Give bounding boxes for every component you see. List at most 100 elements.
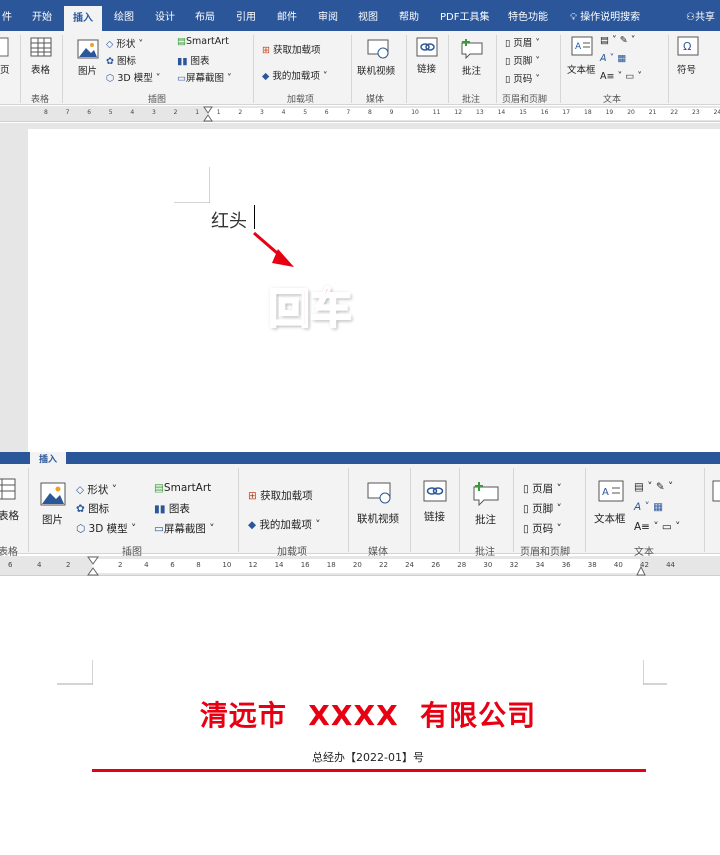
- tab-insert[interactable]: 插入: [64, 6, 102, 31]
- tab-layout[interactable]: 布局: [195, 8, 215, 23]
- ruler-tick-label: 13: [476, 109, 484, 116]
- comment-button-label[interactable]: 批注: [475, 512, 496, 527]
- ruler-tick-label: 7: [65, 109, 70, 116]
- textbox-button-label[interactable]: 文本框: [567, 62, 596, 76]
- picture-button-label[interactable]: 图片: [42, 512, 63, 527]
- table-button-label[interactable]: 表格: [31, 62, 50, 76]
- ruler-tick-label: 6: [170, 561, 175, 569]
- icons-button[interactable]: ✿ 图标: [76, 501, 109, 516]
- document-number: 总经办【2022-01】号: [312, 751, 424, 764]
- horizontal-ruler-zoomed[interactable]: 6 4 2 2 4 6 8 10 12 14 16 18 20 22 24 26 28 30 32 34 36 38 40 4…: [0, 556, 720, 576]
- picture-icon[interactable]: [40, 482, 66, 506]
- ruler-tick-label: 14: [497, 109, 506, 116]
- textbox-button-label[interactable]: 文本框: [594, 511, 626, 526]
- ruler-tick-label: 24: [405, 561, 415, 569]
- tab-file[interactable]: 件: [2, 8, 12, 23]
- link-icon[interactable]: [423, 480, 447, 502]
- get-addins-button[interactable]: ⊞ 获取加载项: [248, 488, 313, 503]
- my-addins-button[interactable]: ◆ 我的加载项 ˅: [262, 68, 328, 82]
- chart-button[interactable]: ▮▮ 图表: [177, 53, 210, 67]
- svg-text:A: A: [575, 42, 582, 52]
- ruler-tick-label: 12: [248, 561, 258, 569]
- picture-icon[interactable]: [77, 39, 99, 59]
- tab-references[interactable]: 引用: [236, 8, 256, 23]
- textbox-icon[interactable]: A: [598, 480, 624, 502]
- smartart-button[interactable]: ▤SmartArt: [177, 36, 229, 47]
- smartart-button[interactable]: ▤SmartArt: [154, 482, 211, 494]
- svg-text:Ω: Ω: [683, 40, 691, 53]
- right-indent-marker-icon[interactable]: [636, 565, 646, 576]
- page-number-button[interactable]: ▯ 页码 ˅: [523, 521, 562, 536]
- icons-button[interactable]: ✿ 图标: [106, 53, 136, 67]
- tab-insert-cropped[interactable]: 插入: [30, 452, 67, 465]
- comment-icon[interactable]: [472, 480, 500, 506]
- shapes-button[interactable]: ◇ 形状 ˅: [76, 482, 117, 497]
- tab-help[interactable]: 帮助: [399, 8, 419, 23]
- horizontal-ruler[interactable]: 8 7 6 5 4 3 2 1 1 2 3 4 5 6 7 8 9 10 11 12 13 14 15 16 17 18 19 20 2…: [0, 106, 720, 122]
- online-video-icon[interactable]: [367, 37, 391, 59]
- tell-me-search[interactable]: 💡︎ 操作说明搜索: [570, 8, 640, 23]
- ruler-tick-label: 10: [222, 561, 232, 569]
- ruler-tick-label: 16: [300, 561, 310, 569]
- 3d-model-button[interactable]: ⬡ 3D 模型 ˅: [76, 521, 136, 536]
- footer-button[interactable]: ▯ 页脚 ˅: [523, 501, 562, 516]
- icons-icon: ✿: [76, 503, 85, 515]
- ruler-tick-label: 1: [216, 109, 221, 116]
- wordart-button[interactable]: 𝘈 ˅ ▦: [634, 501, 663, 513]
- table-icon[interactable]: [30, 37, 52, 57]
- ruler-tick-label: 6: [87, 109, 92, 116]
- ruler-tick-label: 16: [540, 109, 549, 116]
- screenshot-button[interactable]: ▭屏幕截图 ˅: [177, 70, 232, 84]
- quick-parts-button[interactable]: ▤ ˅ ✎ ˅: [634, 481, 673, 493]
- document-page-final[interactable]: 清远市 XXXX 有限公司 总经办【2022-01】号: [0, 577, 720, 855]
- quick-parts-icon: ▤: [600, 35, 609, 46]
- tab-view[interactable]: 视图: [358, 8, 378, 23]
- omega-icon[interactable]: Ω: [677, 36, 699, 56]
- tab-pdf-tools[interactable]: PDF工具集: [440, 8, 489, 23]
- picture-button-label[interactable]: 图片: [78, 63, 97, 77]
- quick-parts-button[interactable]: ▤ ˅ ✎ ˅: [600, 35, 636, 46]
- tab-draw[interactable]: 绘图: [114, 8, 134, 23]
- document-page[interactable]: 红头 回车: [28, 129, 720, 452]
- 3d-model-button[interactable]: ⬡ 3D 模型 ˅: [106, 70, 161, 84]
- chart-icon: ▮▮: [154, 503, 166, 515]
- table-icon[interactable]: [0, 478, 16, 500]
- table-button-label[interactable]: 表格: [0, 508, 19, 523]
- comment-button-label[interactable]: 批注: [462, 63, 481, 77]
- tab-mailings[interactable]: 邮件: [277, 8, 297, 23]
- footer-button[interactable]: ▯ 页脚 ˅: [505, 53, 540, 67]
- tab-home[interactable]: 开始: [32, 8, 52, 23]
- online-video-button-label[interactable]: 联机视频: [357, 511, 399, 526]
- screenshot-button[interactable]: ▭屏幕截图 ˅: [154, 521, 215, 536]
- typed-text: 红头: [211, 211, 247, 232]
- shapes-button[interactable]: ◇ 形状 ˅: [106, 36, 143, 50]
- cube-icon: ⬡: [76, 523, 86, 535]
- ruler-tick-label: 7: [346, 109, 351, 116]
- comment-icon[interactable]: [460, 37, 484, 59]
- my-addins-button[interactable]: ◆ 我的加载项 ˅: [248, 517, 321, 532]
- dropcap-button[interactable]: A≡ ˅ ▭ ˅: [600, 71, 642, 82]
- wordart-icon: 𝘈: [600, 53, 607, 64]
- get-addins-button[interactable]: ⊞ 获取加载项: [262, 42, 321, 56]
- header-button[interactable]: ▯ 页眉 ˅: [505, 35, 540, 49]
- textbox-icon[interactable]: A: [571, 36, 593, 56]
- header-button[interactable]: ▯ 页眉 ˅: [523, 481, 562, 496]
- symbol-icon[interactable]: [712, 480, 720, 502]
- tab-design[interactable]: 设计: [155, 8, 175, 23]
- tab-special-features[interactable]: 特色功能: [508, 8, 548, 23]
- indent-marker-icon[interactable]: [203, 106, 213, 122]
- wordart-button[interactable]: 𝘈 ˅ ▦: [600, 53, 626, 64]
- share-button[interactable]: ⚇共享: [686, 8, 715, 23]
- chart-button[interactable]: ▮▮ 图表: [154, 501, 190, 516]
- link-button-label[interactable]: 链接: [424, 509, 445, 524]
- online-video-button-label[interactable]: 联机视频: [357, 63, 395, 77]
- indent-marker-icon[interactable]: [87, 556, 99, 576]
- online-video-icon[interactable]: [367, 480, 393, 504]
- dropcap-button[interactable]: A≡ ˅ ▭ ˅: [634, 521, 680, 533]
- link-icon[interactable]: [416, 37, 438, 57]
- page-button-label[interactable]: 页: [0, 62, 10, 76]
- link-button-label[interactable]: 链接: [417, 61, 436, 75]
- page-number-button[interactable]: ▯ 页码 ˅: [505, 71, 540, 85]
- tab-review[interactable]: 审阅: [318, 8, 338, 23]
- symbol-button-label[interactable]: 符号: [677, 62, 696, 76]
